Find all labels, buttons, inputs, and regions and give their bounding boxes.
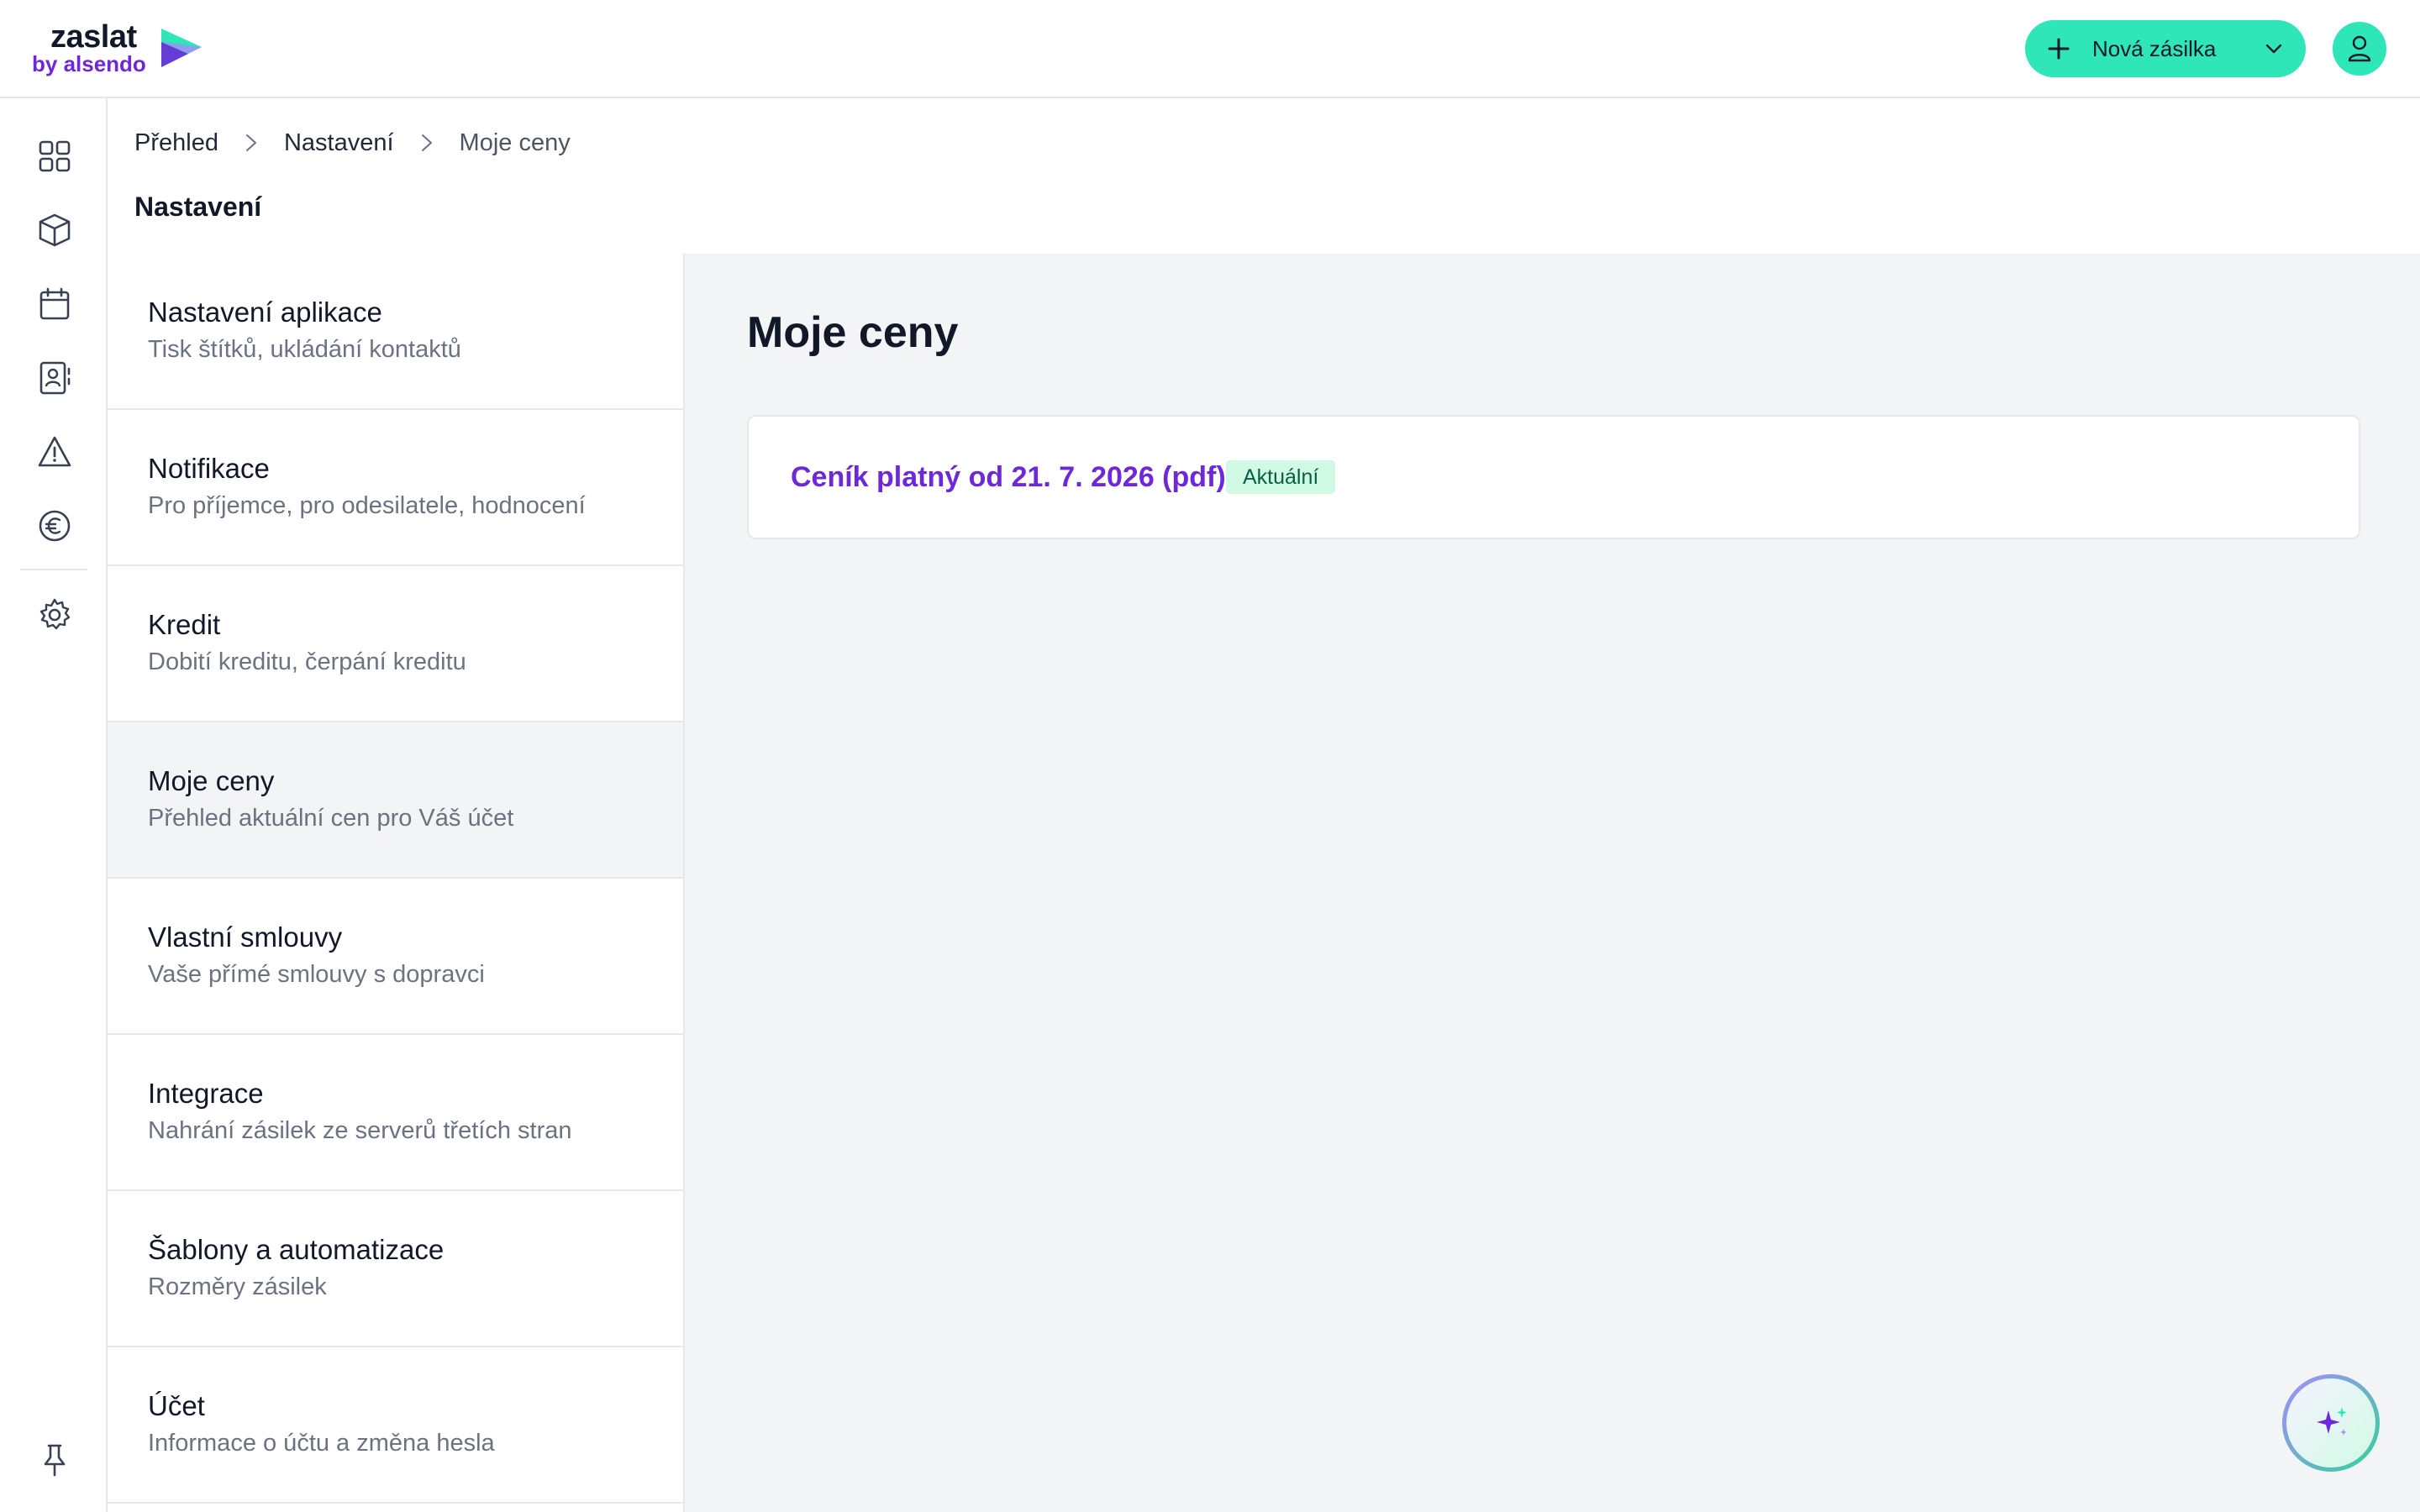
gear-icon[interactable]: [37, 597, 72, 633]
settings-item-subtitle: Přehled aktuální cen pro Váš účet: [148, 805, 514, 832]
settings-item-app[interactable]: Nastavení aplikace Tisk štítků, ukládání…: [108, 254, 683, 410]
settings-menu: Nastavení aplikace Tisk štítků, ukládání…: [108, 254, 685, 1512]
warning-icon[interactable]: [37, 434, 72, 470]
settings-item-title: Účet: [148, 1390, 205, 1421]
section-title: Nastavení: [134, 192, 262, 222]
logo-mark-icon: [161, 29, 202, 67]
breadcrumb-item-overview[interactable]: Přehled: [134, 126, 218, 160]
settings-item-my-prices[interactable]: Moje ceny Přehled aktuální cen pro Váš ú…: [108, 722, 683, 879]
top-bar: zaslat by alsendo Nová zásilka: [0, 0, 2420, 98]
settings-item-title: Kredit: [148, 609, 221, 640]
price-list-card: Ceník platný od 21. 7. 2026 (pdf) Aktuál…: [747, 415, 2360, 539]
breadcrumb-item-settings[interactable]: Nastavení: [284, 126, 394, 160]
settings-item-subtitle: Rozměry zásilek: [148, 1273, 327, 1300]
plus-icon: [2048, 38, 2070, 60]
settings-item-subtitle: Dobití kreditu, čerpání kreditu: [148, 648, 466, 675]
settings-item-integrations[interactable]: Integrace Nahrání zásilek ze serverů tře…: [108, 1035, 683, 1191]
main-content: Moje ceny Ceník platný od 21. 7. 2026 (p…: [685, 254, 2420, 1512]
settings-item-contracts[interactable]: Vlastní smlouvy Vaše přímé smlouvy s dop…: [108, 879, 683, 1035]
breadcrumb: Přehled Nastavení Moje ceny: [134, 126, 571, 160]
page-title: Moje ceny: [747, 308, 959, 357]
logo-byline: by alsendo: [32, 51, 146, 76]
user-avatar[interactable]: [2333, 22, 2386, 76]
settings-item-title: Notifikace: [148, 453, 270, 484]
ai-assistant-button[interactable]: [2282, 1374, 2380, 1472]
logo[interactable]: zaslat by alsendo: [32, 18, 217, 81]
rail-divider: [20, 569, 87, 570]
user-icon: [2348, 35, 2371, 62]
price-list-pdf-link[interactable]: Ceník platný od 21. 7. 2026 (pdf): [791, 459, 1226, 496]
breadcrumb-item-current: Moje ceny: [459, 129, 571, 156]
sparkles-icon: [2317, 1407, 2347, 1436]
settings-item-account[interactable]: Účet Informace o účtu a změna hesla: [108, 1347, 683, 1504]
chevron-down-icon[interactable]: [2264, 40, 2284, 57]
status-badge: Aktuální: [1226, 460, 1336, 494]
settings-item-title: Moje ceny: [148, 765, 275, 796]
icon-rail: [0, 98, 108, 1512]
settings-item-credit[interactable]: Kredit Dobití kreditu, čerpání kreditu: [108, 566, 683, 722]
settings-item-subtitle: Vaše přímé smlouvy s dopravci: [148, 961, 485, 988]
pin-icon[interactable]: [37, 1442, 72, 1478]
calendar-icon[interactable]: [37, 286, 72, 322]
new-shipment-button[interactable]: Nová zásilka: [2025, 20, 2306, 77]
ai-assistant-inner: [2286, 1378, 2375, 1467]
settings-item-title: Vlastní smlouvy: [148, 921, 343, 953]
settings-item-title: Šablony a automatizace: [148, 1234, 445, 1265]
package-icon[interactable]: [37, 213, 72, 248]
settings-item-title: Integrace: [148, 1078, 264, 1109]
chevron-right-icon: [421, 134, 432, 151]
euro-icon[interactable]: [37, 508, 72, 543]
settings-item-notifications[interactable]: Notifikace Pro příjemce, pro odesilatele…: [108, 410, 683, 566]
chevron-right-icon: [245, 134, 256, 151]
settings-item-subtitle: Pro příjemce, pro odesilatele, hodnocení: [148, 492, 586, 519]
settings-item-subtitle: Nahrání zásilek ze serverů třetích stran: [148, 1117, 572, 1144]
settings-item-subtitle: Informace o účtu a změna hesla: [148, 1430, 495, 1457]
new-shipment-label: Nová zásilka: [2092, 36, 2217, 61]
settings-item-templates[interactable]: Šablony a automatizace Rozměry zásilek: [108, 1191, 683, 1347]
contacts-icon[interactable]: [37, 360, 72, 396]
settings-item-subtitle: Tisk štítků, ukládání kontaktů: [148, 336, 461, 363]
settings-item-title: Nastavení aplikace: [148, 297, 382, 328]
dashboard-icon[interactable]: [37, 139, 72, 174]
